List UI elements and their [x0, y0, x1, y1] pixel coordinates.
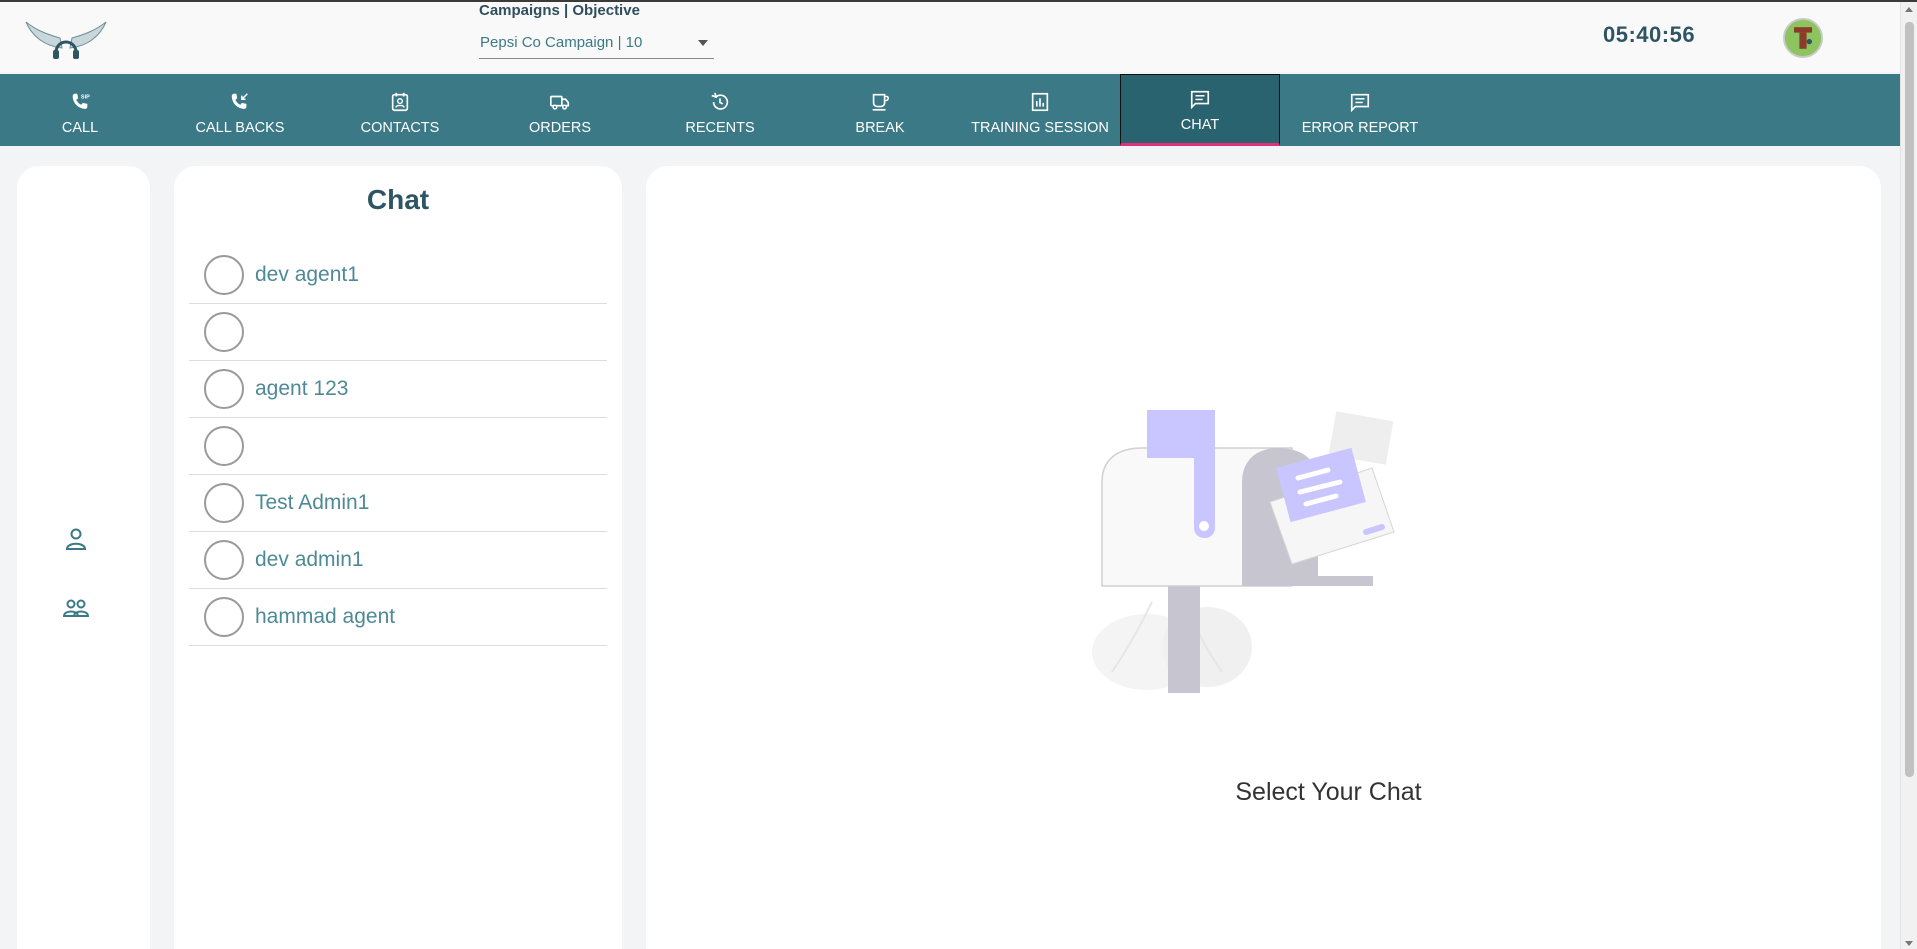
chat-contact-item[interactable]	[189, 418, 607, 475]
chat-contact-list: dev agent1 agent 123 Test Admin1 dev adm…	[189, 247, 607, 646]
contact-name: dev admin1	[255, 548, 364, 571]
chat-contact-item[interactable]: dev agent1	[189, 247, 607, 304]
scroll-up-arrow-icon[interactable]	[1905, 7, 1913, 12]
history-icon	[708, 90, 732, 114]
contact-avatar	[204, 369, 244, 409]
contact-avatar	[204, 312, 244, 352]
chat-type-rail	[17, 166, 150, 949]
chat-main-area: Select Your Chat	[646, 166, 1881, 949]
callback-phone-icon	[228, 90, 252, 114]
truck-icon	[548, 90, 572, 114]
nav-label: TRAINING SESSION	[971, 120, 1109, 136]
contact-avatar	[204, 483, 244, 523]
contact-card-icon	[388, 90, 412, 114]
nav-label: BREAK	[855, 120, 905, 136]
contact-avatar	[204, 255, 244, 295]
nav-error-report[interactable]: ERROR REPORT	[1280, 74, 1440, 146]
nav-orders[interactable]: ORDERS	[480, 74, 640, 146]
nav-label: CALL BACKS	[195, 120, 285, 136]
contact-name: Test Admin1	[255, 491, 370, 514]
nav-break[interactable]: BREAK	[800, 74, 960, 146]
campaign-select[interactable]: Pepsi Co Campaign | 10	[479, 32, 714, 59]
chat-contact-item[interactable]	[189, 304, 607, 361]
chat-contact-item[interactable]: agent 123	[189, 361, 607, 418]
sip-phone-icon: SIP	[68, 90, 92, 114]
contact-avatar	[204, 426, 244, 466]
empty-state-text: Select Your Chat	[1235, 778, 1422, 806]
contact-name: dev agent1	[255, 263, 359, 286]
winged-headset-logo[interactable]	[24, 18, 108, 62]
nav-label: ORDERS	[528, 120, 592, 136]
chat-contact-item[interactable]: hammad agent	[189, 589, 607, 646]
chat-panel-title: Chat	[366, 184, 430, 215]
single-user-icon[interactable]	[62, 525, 90, 553]
nav-call[interactable]: SIP CALL	[0, 74, 160, 146]
nav-call-backs[interactable]: CALL BACKS	[160, 74, 320, 146]
group-users-icon[interactable]	[62, 594, 90, 622]
coffee-cup-icon	[868, 90, 892, 114]
nav-label: CHAT	[1180, 117, 1220, 133]
nav-label: CALL	[61, 120, 99, 136]
nav-contacts[interactable]: CONTACTS	[320, 74, 480, 146]
campaign-selected-value: Pepsi Co Campaign | 10	[480, 34, 643, 51]
chevron-down-icon	[698, 40, 708, 46]
top-header: Campaigns | Objective Pepsi Co Campaign …	[0, 2, 1900, 72]
scroll-down-arrow-icon[interactable]	[1905, 941, 1913, 946]
nav-chat[interactable]: CHAT	[1120, 74, 1280, 146]
main-nav: SIP CALL CALL BACKS CONTACTS ORDERS RECE…	[0, 74, 1900, 146]
chat-list-panel: Chat dev agent1 agent 123 Test Admin1 de…	[174, 166, 622, 949]
scrollbar-thumb[interactable]	[1905, 22, 1914, 777]
nav-label: CONTACTS	[360, 120, 440, 136]
chat-contact-item[interactable]: Test Admin1	[189, 475, 607, 532]
chat-contact-item[interactable]: dev admin1	[189, 532, 607, 589]
user-avatar[interactable]	[1783, 18, 1823, 58]
contact-avatar	[204, 597, 244, 637]
mailbox-illustration	[1082, 402, 1422, 702]
session-clock: 05:40:56	[1603, 22, 1696, 47]
nav-label: RECENTS	[685, 120, 755, 136]
contact-name: hammad agent	[255, 605, 396, 628]
contact-name: agent 123	[255, 377, 349, 400]
bar-chart-icon	[1028, 90, 1052, 114]
report-bubble-icon	[1348, 90, 1372, 114]
chat-bubble-icon	[1188, 87, 1212, 111]
page-scrollbar[interactable]	[1900, 2, 1917, 949]
svg-text:SIP: SIP	[81, 94, 90, 100]
nav-recents[interactable]: RECENTS	[640, 74, 800, 146]
nav-label: ERROR REPORT	[1301, 120, 1419, 136]
contact-avatar	[204, 540, 244, 580]
nav-training-session[interactable]: TRAINING SESSION	[960, 74, 1120, 146]
campaign-label: Campaigns | Objective	[479, 2, 640, 19]
